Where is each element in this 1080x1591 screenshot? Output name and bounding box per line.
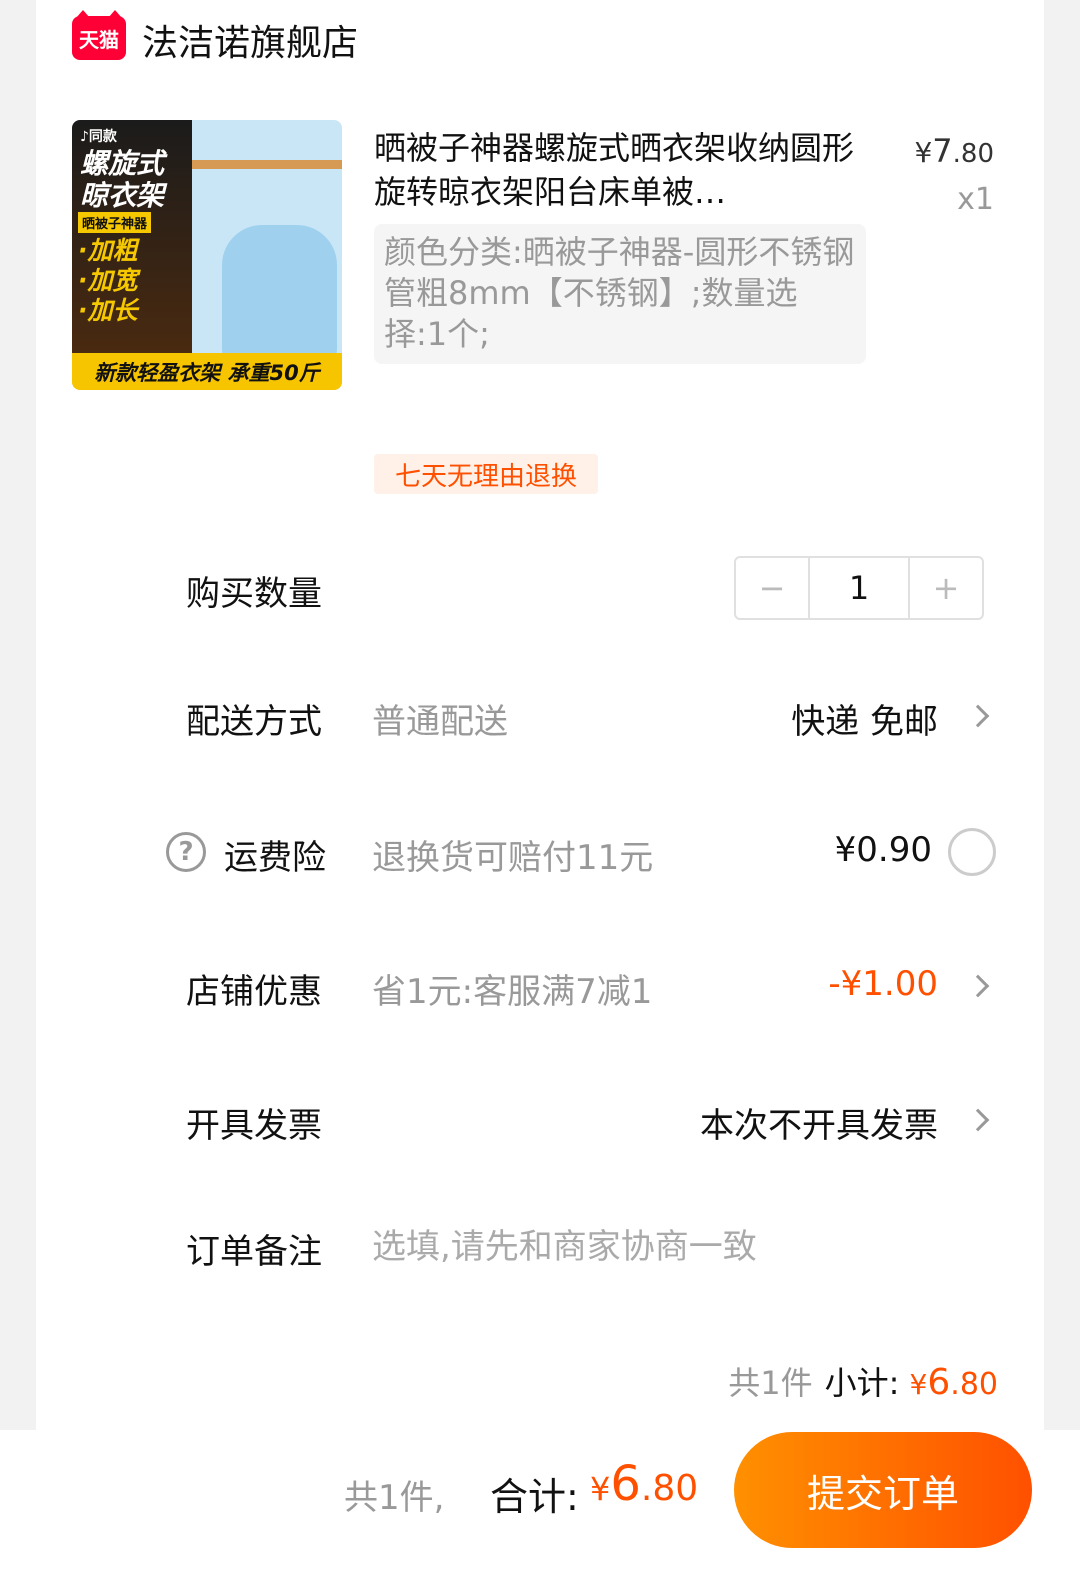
price-symbol: ¥ (914, 136, 933, 169)
subtotal-int: 6 (927, 1362, 951, 1403)
quantity-minus-button[interactable]: − (736, 558, 808, 618)
price-dec: .80 (952, 139, 994, 169)
total-label: 合计: (490, 1475, 579, 1519)
product-quantity: x1 (957, 182, 994, 217)
product-image[interactable]: ♪同款 螺旋式 晾衣架 晒被子神器 ·加粗 ·加宽 ·加长 新款轻盈衣架 承重5… (72, 120, 342, 390)
subtotal-amount: ¥6.80 (909, 1362, 998, 1403)
product-image-bullets: ·加粗 ·加宽 ·加长 (78, 236, 138, 325)
subtotal-dec: .80 (950, 1367, 998, 1402)
shop-name[interactable]: 法洁诺旗舰店 (142, 14, 358, 66)
delivery-desc: 普通配送 (372, 702, 508, 742)
product-image-drum (222, 225, 337, 360)
insurance-label: 运费险 (224, 838, 326, 878)
store-discount-desc: 省1元:客服满7减1 (372, 972, 653, 1012)
help-icon[interactable]: ? (166, 832, 206, 872)
quantity-label: 购买数量 (186, 574, 322, 614)
delivery-label: 配送方式 (186, 702, 322, 742)
total-count: 共1件, (344, 1478, 445, 1518)
remark-input[interactable] (372, 1222, 992, 1272)
subtotal-count: 共1件 (728, 1364, 813, 1402)
quantity-value[interactable]: 1 (808, 558, 910, 618)
product-image-rod (192, 160, 342, 169)
submit-order-button[interactable]: 提交订单 (734, 1432, 1032, 1548)
invoice-label: 开具发票 (186, 1106, 322, 1146)
product-title[interactable]: 晒被子神器螺旋式晒衣架收纳圆形旋转晾衣架阳台床单被… (374, 126, 854, 214)
store-discount-value[interactable]: -¥1.00 (828, 964, 938, 1004)
invoice-value[interactable]: 本次不开具发票 (700, 1098, 938, 1147)
product-image-tag: ♪同款 (80, 129, 117, 145)
product-price: ¥7.80 (914, 132, 994, 170)
tmall-logo-icon: 天猫 (72, 10, 126, 60)
store-discount-label: 店铺优惠 (186, 972, 322, 1012)
subtotal: 共1件 小计: ¥6.80 (728, 1358, 998, 1404)
total-amount: ¥6.80 (590, 1456, 698, 1512)
quantity-stepper: − 1 + (734, 556, 984, 620)
total-int: 6 (610, 1456, 641, 1512)
price-int: 7 (932, 132, 953, 170)
delivery-value[interactable]: 快递 免邮 (791, 694, 938, 743)
remark-label: 订单备注 (186, 1232, 322, 1272)
sku-description[interactable]: 颜色分类:晒被子神器-圆形不锈钢管粗8mm【不锈钢】;数量选择:1个; (374, 224, 866, 364)
insurance-price: ¥0.90 (834, 830, 932, 870)
insurance-radio[interactable] (948, 828, 996, 876)
return-policy-badge: 七天无理由退换 (374, 454, 598, 494)
product-image-headline: 螺旋式 晾衣架 (80, 147, 165, 212)
subtotal-symbol: ¥ (909, 1368, 928, 1401)
total-dec: .80 (640, 1468, 699, 1509)
total-symbol: ¥ (590, 1470, 611, 1508)
product-image-banner: 新款轻盈衣架 承重50斤 (72, 353, 342, 390)
insurance-desc: 退换货可赔付11元 (372, 838, 654, 878)
quantity-plus-button[interactable]: + (910, 558, 982, 618)
subtotal-label: 小计: (824, 1364, 900, 1402)
product-image-sub: 晒被子神器 (78, 212, 152, 233)
